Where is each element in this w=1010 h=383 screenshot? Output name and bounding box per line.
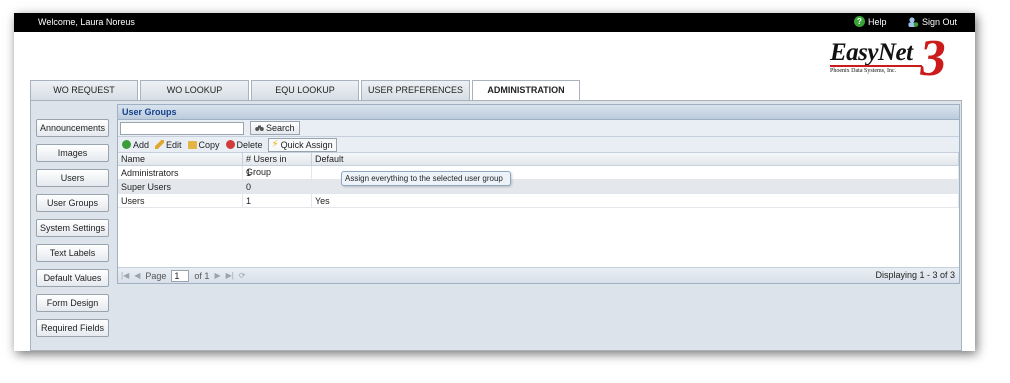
nav-images[interactable]: Images bbox=[36, 144, 109, 162]
logo-subtitle: Phoenix Data Systems, Inc. bbox=[830, 68, 897, 74]
cell-count: 1 bbox=[243, 194, 312, 207]
main-tabs: WO REQUEST WO LOOKUP EQU LOOKUP USER PRE… bbox=[30, 80, 580, 101]
nav-system-settings[interactable]: System Settings bbox=[36, 219, 109, 237]
refresh-icon[interactable]: ⟳ bbox=[239, 271, 246, 280]
sign-out-label: Sign Out bbox=[922, 17, 958, 27]
tab-wo-lookup[interactable]: WO LOOKUP bbox=[140, 80, 249, 100]
grid-empty-area bbox=[118, 208, 959, 264]
help-icon: ? bbox=[854, 16, 865, 27]
quick-assign-label: Quick Assign bbox=[280, 139, 333, 150]
delete-icon bbox=[225, 140, 235, 149]
logo-underline bbox=[830, 65, 922, 67]
nav-announcements[interactable]: Announcements bbox=[36, 119, 109, 137]
displaying-count: Displaying 1 - 3 of 3 bbox=[875, 270, 955, 280]
table-row[interactable]: Users 1 Yes bbox=[118, 194, 959, 208]
search-input[interactable] bbox=[120, 121, 244, 135]
grid-header: Name # Users in Group Default bbox=[118, 153, 959, 177]
grid-pager: |◀ ◀ Page of 1 ▶ ▶| ⟳ Displaying 1 - 3 o… bbox=[118, 267, 959, 283]
quick-assign-tooltip: Assign everything to the selected user g… bbox=[341, 171, 511, 186]
app-window: Welcome, Laura Noreus ? Help Sign Out Ea… bbox=[14, 13, 975, 351]
search-button-label: Search bbox=[266, 123, 295, 133]
last-page-icon[interactable]: ▶| bbox=[226, 271, 234, 280]
sign-out-link[interactable]: Sign Out bbox=[907, 16, 957, 28]
nav-default-values[interactable]: Default Values bbox=[36, 269, 109, 287]
nav-users[interactable]: Users bbox=[36, 169, 109, 187]
cell-count: 0 bbox=[243, 180, 312, 193]
copy-button[interactable]: Copy bbox=[187, 138, 221, 152]
tab-equ-lookup[interactable]: EQU LOOKUP bbox=[251, 80, 359, 100]
nav-required-fields[interactable]: Required Fields bbox=[36, 319, 109, 337]
page-number-input[interactable] bbox=[171, 269, 190, 282]
delete-button[interactable]: Delete bbox=[225, 138, 264, 152]
user-groups-grid: Name # Users in Group Default Administra… bbox=[118, 153, 959, 264]
welcome-text: Welcome, Laura Noreus bbox=[38, 17, 135, 27]
cell-name: Super Users bbox=[118, 180, 243, 193]
search-row: Search bbox=[118, 120, 959, 137]
top-bar: Welcome, Laura Noreus ? Help Sign Out bbox=[14, 13, 975, 32]
prev-page-icon[interactable]: ◀ bbox=[134, 271, 140, 280]
nav-form-design[interactable]: Form Design bbox=[36, 294, 109, 312]
binoculars-icon bbox=[255, 125, 264, 131]
page-label: Page bbox=[145, 270, 167, 281]
add-icon bbox=[122, 140, 131, 149]
nav-text-labels[interactable]: Text Labels bbox=[36, 244, 109, 262]
admin-sidebar: Announcements Images Users User Groups S… bbox=[36, 119, 109, 344]
grid-toolbar: Add Edit Copy Delete ⚡ Quick Assign bbox=[118, 137, 959, 153]
cell-default: Yes bbox=[312, 194, 959, 207]
table-row[interactable]: Administrators 1 bbox=[118, 166, 959, 180]
column-header-users-count[interactable]: # Users in Group bbox=[243, 153, 312, 177]
edit-button[interactable]: Edit bbox=[154, 138, 183, 152]
logo-numeral: 3 bbox=[916, 30, 951, 87]
lightning-icon: ⚡ bbox=[271, 138, 279, 150]
page-count: of 1 bbox=[194, 270, 210, 281]
easynet-logo: EasyNet Phoenix Data Systems, Inc. 3 bbox=[828, 30, 963, 87]
sign-out-icon bbox=[908, 17, 919, 27]
search-button[interactable]: Search bbox=[250, 121, 300, 135]
delete-label: Delete bbox=[236, 139, 263, 150]
nav-user-groups[interactable]: User Groups bbox=[36, 194, 109, 212]
next-page-icon[interactable]: ▶ bbox=[214, 271, 220, 280]
tab-administration[interactable]: ADMINISTRATION bbox=[472, 80, 580, 101]
cell-name: Users bbox=[118, 194, 243, 207]
cell-name: Administrators bbox=[118, 166, 243, 179]
add-label: Add bbox=[133, 139, 150, 150]
copy-icon bbox=[187, 140, 197, 149]
user-groups-panel: User Groups Search Add Edit Copy Delete … bbox=[117, 104, 960, 284]
cell-count: 1 bbox=[243, 166, 312, 179]
admin-content: Announcements Images Users User Groups S… bbox=[30, 100, 962, 351]
first-page-icon[interactable]: |◀ bbox=[121, 271, 129, 280]
logo-name: EasyNet bbox=[830, 39, 913, 66]
column-header-default[interactable]: Default bbox=[312, 153, 959, 165]
copy-label: Copy bbox=[198, 139, 220, 150]
tab-user-preferences[interactable]: USER PREFERENCES bbox=[361, 80, 470, 100]
add-button[interactable]: Add bbox=[121, 138, 150, 152]
help-label: Help bbox=[868, 16, 887, 27]
pencil-icon bbox=[155, 140, 165, 149]
column-header-name[interactable]: Name bbox=[118, 153, 243, 165]
quick-assign-button[interactable]: ⚡ Quick Assign bbox=[267, 137, 337, 152]
help-link[interactable]: ? Help bbox=[854, 16, 887, 27]
edit-label: Edit bbox=[166, 139, 182, 150]
table-row[interactable]: Super Users 0 bbox=[118, 180, 959, 194]
panel-title: User Groups bbox=[118, 105, 959, 120]
tab-wo-request[interactable]: WO REQUEST bbox=[30, 80, 138, 100]
